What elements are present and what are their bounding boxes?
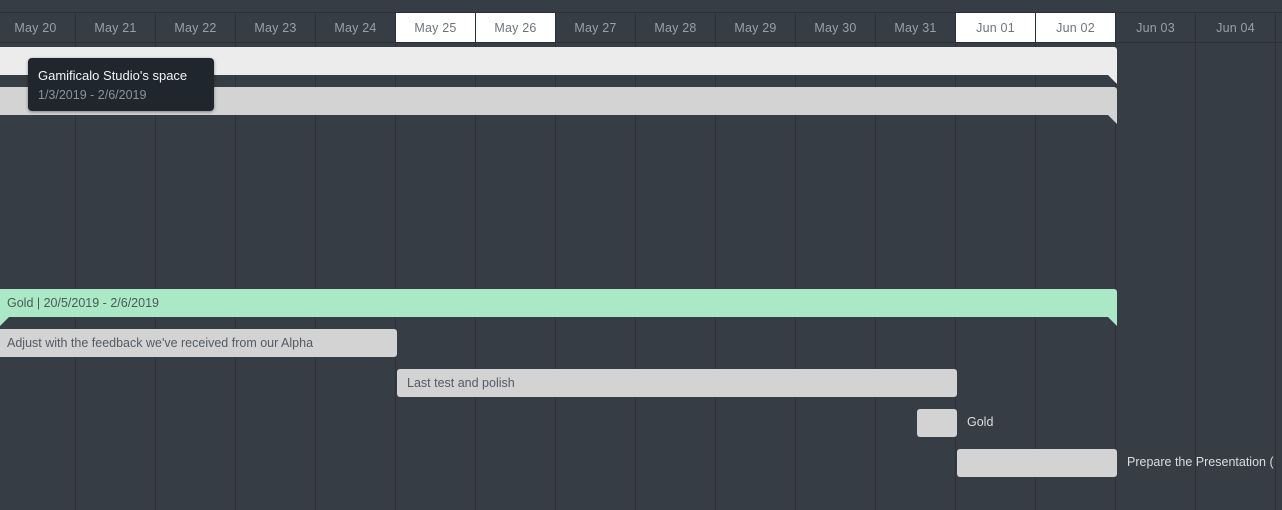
day-header-may-31: May 31 (876, 13, 956, 42)
top-strip (0, 0, 1282, 12)
task-label-prepare-presentation: Prepare the Presentation ( (1127, 455, 1274, 469)
day-header-may-22: May 22 (156, 13, 236, 42)
day-header-may-25: May 25 (396, 13, 476, 42)
day-column-divider (1195, 43, 1196, 510)
milestone-bar-gold[interactable] (917, 409, 957, 437)
day-header-may-30: May 30 (796, 13, 876, 42)
day-header-jun-01: Jun 01 (956, 13, 1036, 42)
task-bar-last-test[interactable]: Last test and polish (397, 369, 957, 397)
task-bar-adjust-feedback[interactable]: Adjust with the feedback we've received … (0, 329, 397, 357)
day-header-may-23: May 23 (236, 13, 316, 42)
gold-phase-bar[interactable]: Gold | 20/5/2019 - 2/6/2019 (0, 289, 1117, 317)
gold-phase-end-marker (1108, 317, 1117, 326)
day-column-divider (1275, 43, 1276, 510)
day-header-jun-04: Jun 04 (1196, 13, 1276, 42)
day-header-may-29: May 29 (716, 13, 796, 42)
project-summary-bar-end-marker (1108, 115, 1117, 124)
day-header-jun-03: Jun 03 (1116, 13, 1196, 42)
day-header-may-27: May 27 (556, 13, 636, 42)
day-header-may-28: May 28 (636, 13, 716, 42)
gold-phase-start-marker (0, 317, 9, 326)
day-header-may-26: May 26 (476, 13, 556, 42)
space-summary-bar-end-marker (1108, 75, 1117, 84)
day-header-may-24: May 24 (316, 13, 396, 42)
day-header-jun-02: Jun 02 (1036, 13, 1116, 42)
tooltip-title: Gamificalo Studio's space (38, 68, 188, 83)
milestone-label-gold: Gold (967, 415, 994, 429)
day-header-may-21: May 21 (76, 13, 156, 42)
timeline-header: May 20 May 21 May 22 May 23 May 24 May 25 May … (0, 12, 1282, 43)
day-header-may-20: May 20 (0, 13, 76, 42)
task-bar-prepare-presentation[interactable] (957, 449, 1117, 477)
tooltip-dates: 1/3/2019 - 2/6/2019 (38, 88, 147, 102)
space-tooltip: Gamificalo Studio's space 1/3/2019 - 2/6… (28, 58, 214, 111)
